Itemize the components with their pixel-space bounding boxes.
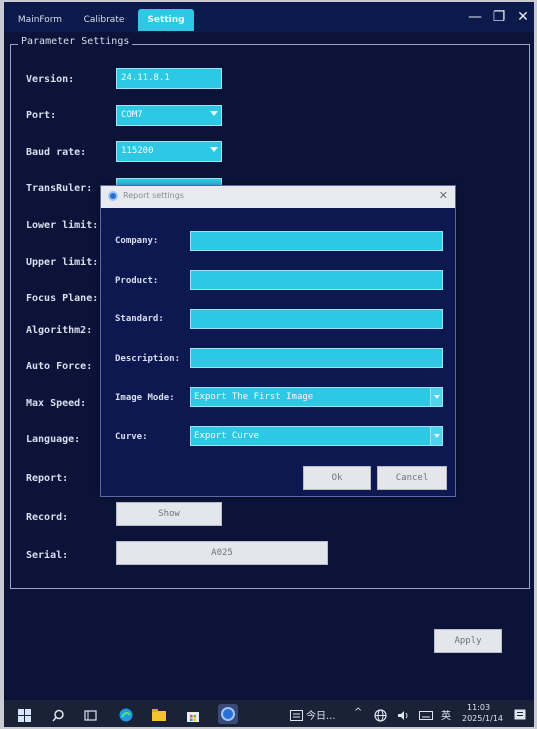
- network-icon[interactable]: [374, 707, 387, 722]
- tab-calibrate[interactable]: Calibrate: [74, 9, 134, 31]
- edge-browser-icon[interactable]: [119, 707, 133, 722]
- clock-date[interactable]: 2025/1/14: [462, 714, 503, 723]
- description-input[interactable]: [190, 348, 443, 368]
- windows-start-icon[interactable]: [18, 707, 31, 722]
- ok-button[interactable]: Ok: [303, 466, 371, 490]
- task-view-icon[interactable]: [84, 707, 97, 721]
- port-label: Port:: [26, 110, 57, 121]
- minimize-button[interactable]: —: [464, 6, 486, 28]
- search-icon[interactable]: [52, 707, 65, 722]
- max-speed-label: Max Speed:: [26, 398, 87, 409]
- file-explorer-icon[interactable]: [152, 707, 166, 721]
- taskbar: 今日... ^ 英 11:03 2025/1/14: [4, 700, 534, 727]
- store-icon[interactable]: [186, 707, 199, 722]
- standard-input[interactable]: [190, 309, 443, 329]
- dialog-title: Report settings: [123, 191, 184, 200]
- report-label: Report:: [26, 473, 69, 484]
- version-field[interactable]: 24.11.8.1: [116, 68, 222, 89]
- dialog-title-bar: Report settings ✕: [101, 186, 455, 208]
- chevron-down-icon: [434, 395, 440, 399]
- baud-rate-label: Baud rate:: [26, 147, 87, 158]
- cancel-button[interactable]: Cancel: [377, 466, 447, 490]
- record-show-button[interactable]: Show: [116, 502, 222, 526]
- chevron-down-icon: [210, 147, 218, 152]
- report-settings-dialog: Report settings ✕ Company: Product: Stan…: [100, 185, 456, 497]
- company-input[interactable]: [190, 231, 443, 251]
- serial-label: Serial:: [26, 550, 69, 561]
- lower-limit-label: Lower limit:: [26, 220, 99, 231]
- news-widget-text[interactable]: 今日...: [306, 707, 336, 722]
- serial-field: A025: [116, 541, 328, 565]
- product-input[interactable]: [190, 270, 443, 290]
- chevron-down-icon: [210, 111, 218, 116]
- input-method-indicator[interactable]: 英: [441, 707, 451, 722]
- company-label: Company:: [115, 236, 159, 246]
- focus-plane-label: Focus Plane:: [26, 293, 99, 304]
- curve-select[interactable]: Export Curve: [190, 426, 443, 446]
- chevron-down-icon: [434, 434, 440, 438]
- language-label: Language:: [26, 434, 81, 445]
- curve-value: Export Curve: [194, 431, 260, 441]
- image-mode-label: Image Mode:: [115, 393, 175, 403]
- transruler-label: TransRuler:: [26, 183, 93, 194]
- tab-setting[interactable]: Setting: [138, 9, 194, 31]
- news-widget-icon[interactable]: [290, 707, 303, 721]
- apply-button[interactable]: Apply: [434, 629, 502, 653]
- algorithm-label: Algorithm2:: [26, 325, 93, 336]
- description-label: Description:: [115, 354, 181, 364]
- clock-time[interactable]: 11:03: [467, 703, 490, 712]
- upper-limit-label: Upper limit:: [26, 257, 99, 268]
- standard-label: Standard:: [115, 314, 164, 324]
- baud-rate-value: 115200: [121, 146, 154, 156]
- port-select[interactable]: COM7: [116, 105, 222, 126]
- image-mode-select[interactable]: Export The First Image: [190, 387, 443, 407]
- tab-mainform[interactable]: MainForm: [10, 9, 70, 31]
- image-mode-dropdown-button[interactable]: [430, 388, 442, 406]
- record-label: Record:: [26, 512, 69, 523]
- app-window: MainForm Calibrate Setting — ❐ ✕ Paramet…: [4, 2, 534, 727]
- volume-icon[interactable]: [397, 707, 410, 720]
- image-mode-value: Export The First Image: [194, 392, 314, 402]
- close-button[interactable]: ✕: [512, 6, 534, 28]
- port-value: COM7: [121, 110, 143, 120]
- baud-rate-select[interactable]: 115200: [116, 141, 222, 162]
- version-label: Version:: [26, 74, 75, 85]
- curve-dropdown-button[interactable]: [430, 427, 442, 445]
- chevron-up-icon[interactable]: ^: [354, 707, 362, 718]
- notification-icon[interactable]: [514, 707, 527, 720]
- curve-label: Curve:: [115, 432, 148, 442]
- keyboard-icon[interactable]: [419, 707, 433, 720]
- group-title: Parameter Settings: [18, 36, 133, 47]
- dialog-close-button[interactable]: ✕: [439, 189, 448, 202]
- maximize-button[interactable]: ❐: [488, 6, 510, 28]
- product-label: Product:: [115, 276, 159, 286]
- title-bar: MainForm Calibrate Setting — ❐ ✕: [4, 2, 534, 32]
- auto-force-label: Auto Force:: [26, 361, 93, 372]
- app-taskbar-icon[interactable]: [218, 704, 238, 724]
- app-icon: [108, 191, 118, 201]
